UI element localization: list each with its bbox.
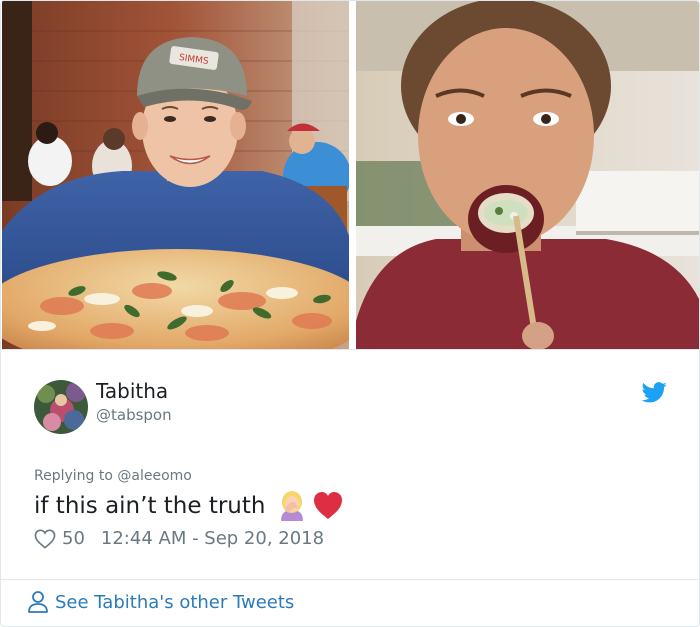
photo-right-image: [356, 1, 699, 349]
replying-to: Replying to @aleeomo: [34, 468, 192, 484]
twitter-bird-icon[interactable]: [642, 382, 667, 403]
tweet-meta: 50 12:44 AM - Sep 20, 2018: [34, 528, 324, 549]
see-other-tweets-link[interactable]: See Tabitha's other Tweets: [27, 590, 294, 614]
photo-left-image: SIMMS: [2, 1, 349, 349]
timestamp-link[interactable]: 12:44 AM - Sep 20, 2018: [101, 528, 324, 549]
avatar[interactable]: [34, 380, 88, 434]
heart-outline-icon[interactable]: [34, 529, 56, 549]
tweet-text: if this ain’t the truth: [34, 491, 343, 521]
tweet-text-content: if this ain’t the truth: [34, 493, 266, 519]
user-handle[interactable]: @tabspon: [96, 406, 172, 424]
avatar-image: [34, 380, 88, 434]
facepalm-woman-emoji: [281, 491, 304, 521]
footer-divider: [1, 579, 699, 580]
replying-prefix: Replying to: [34, 468, 113, 484]
tweet-card: SIMMS Tabitha @tabspon Replying to @alee…: [0, 0, 700, 627]
tweet-media[interactable]: SIMMS: [2, 1, 699, 349]
see-other-tweets-label[interactable]: See Tabitha's other Tweets: [55, 592, 294, 613]
red-heart-emoji: [314, 492, 343, 519]
person-outline-icon: [28, 591, 48, 613]
photo-left[interactable]: SIMMS: [2, 1, 349, 349]
photo-right[interactable]: [356, 1, 699, 349]
media-divider: [1, 349, 699, 350]
replying-mention-link[interactable]: @aleeomo: [117, 468, 191, 484]
display-name[interactable]: Tabitha: [96, 379, 168, 403]
like-count[interactable]: 50: [62, 528, 85, 549]
